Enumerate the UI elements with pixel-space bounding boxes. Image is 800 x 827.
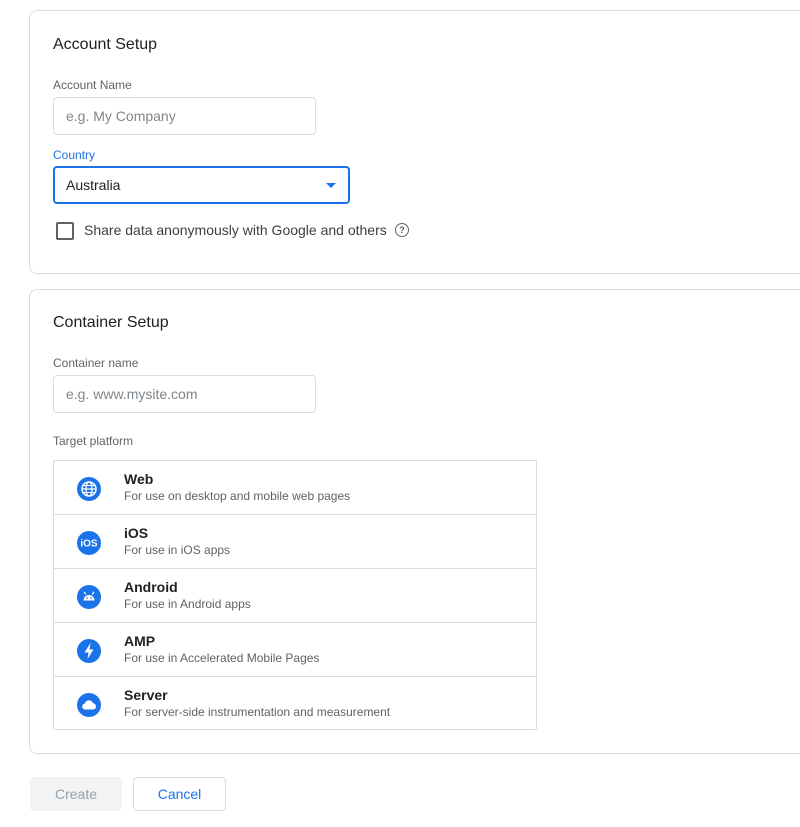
create-button[interactable]: Create [30, 777, 122, 811]
account-setup-title: Account Setup [53, 36, 158, 53]
account-setup-card: Account Setup Account Name Country Austr… [29, 10, 800, 274]
platform-description: For use in Android apps [124, 597, 251, 611]
cancel-button[interactable]: Cancel [133, 777, 226, 811]
android-icon [77, 585, 101, 609]
help-circle-icon[interactable]: ? [395, 223, 409, 237]
country-select[interactable]: Australia [53, 166, 350, 204]
account-name-input[interactable] [53, 97, 316, 135]
platform-name: iOS [124, 525, 149, 541]
platform-option-amp[interactable]: AMP For use in Accelerated Mobile Pages [54, 623, 536, 677]
platform-option-server[interactable]: Server For server-side instrumentation a… [54, 677, 536, 731]
platform-option-android[interactable]: Android For use in Android apps [54, 569, 536, 623]
platform-name: Android [124, 579, 178, 595]
platform-description: For use in iOS apps [124, 543, 231, 557]
platform-name: Server [124, 687, 168, 703]
lightning-bolt-icon [77, 639, 101, 663]
container-name-label: Container name [53, 356, 139, 370]
platform-name: Web [124, 471, 154, 487]
svg-text:iOS: iOS [80, 539, 98, 550]
platform-description: For use in Accelerated Mobile Pages [124, 651, 320, 665]
account-name-label: Account Name [53, 78, 132, 92]
ios-icon: iOS [77, 531, 101, 555]
globe-icon [77, 477, 101, 501]
share-data-label[interactable]: Share data anonymously with Google and o… [84, 222, 387, 238]
platform-option-ios[interactable]: iOS iOS For use in iOS apps [54, 515, 536, 569]
share-data-checkbox[interactable] [56, 222, 74, 240]
target-platform-label: Target platform [53, 434, 134, 448]
country-label: Country [53, 148, 96, 162]
container-setup-title: Container Setup [53, 314, 169, 331]
dropdown-arrow-icon [326, 183, 336, 188]
platform-name: AMP [124, 633, 156, 649]
platform-list: Web For use on desktop and mobile web pa… [53, 460, 537, 730]
platform-description: For server-side instrumentation and meas… [124, 705, 391, 719]
platform-description: For use on desktop and mobile web pages [124, 489, 351, 503]
country-select-value: Australia [66, 177, 121, 193]
container-setup-card: Container Setup Container name Target pl… [29, 289, 800, 754]
cloud-icon [77, 693, 101, 717]
container-name-input[interactable] [53, 375, 316, 413]
platform-option-web[interactable]: Web For use on desktop and mobile web pa… [54, 461, 536, 515]
